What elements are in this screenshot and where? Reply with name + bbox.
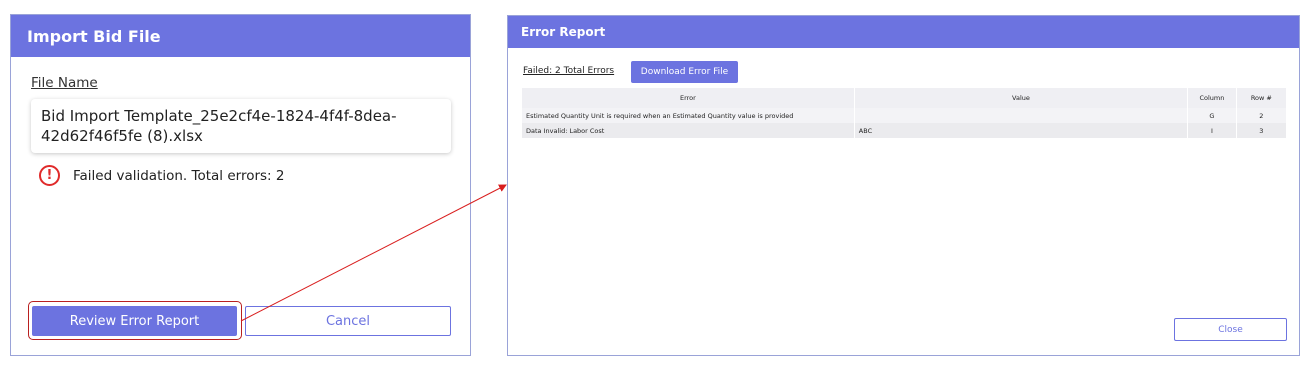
cell-row: 2: [1236, 108, 1288, 123]
validation-error-message: Failed validation. Total errors: 2: [73, 167, 285, 184]
review-error-report-button[interactable]: Review Error Report: [32, 306, 237, 336]
cell-error: Estimated Quantity Unit is required when…: [522, 108, 855, 123]
column-header-value: Value: [854, 88, 1189, 108]
cell-value: ABC: [854, 123, 1189, 138]
column-header-column: Column: [1187, 88, 1237, 108]
file-name-label: File Name: [31, 75, 98, 91]
cancel-button[interactable]: Cancel: [245, 306, 451, 336]
column-header-error: Error: [522, 88, 855, 108]
validation-error: ! Failed validation. Total errors: 2: [39, 165, 284, 186]
import-bid-file-dialog: Import Bid File File Name Bid Import Tem…: [10, 14, 471, 356]
close-button[interactable]: Close: [1174, 318, 1287, 341]
file-name-value: Bid Import Template_25e2cf4e-1824-4f4f-8…: [31, 99, 451, 153]
cell-column: G: [1187, 108, 1237, 123]
error-report-title: Error Report: [508, 16, 1299, 48]
table-row: Data Invalid: Labor Cost ABC I 3: [522, 123, 1288, 138]
cell-row: 3: [1236, 123, 1288, 138]
cell-error: Data Invalid: Labor Cost: [522, 123, 855, 138]
column-header-row: Row #: [1236, 88, 1288, 108]
cell-column: I: [1187, 123, 1237, 138]
dialog-title: Import Bid File: [11, 15, 470, 57]
download-error-file-button[interactable]: Download Error File: [631, 61, 738, 83]
exclamation-circle-icon: !: [39, 165, 60, 186]
error-table: Error Value Column Row # Estimated Quant…: [522, 88, 1288, 138]
failed-summary: Failed: 2 Total Errors: [523, 66, 615, 76]
cell-value: [854, 108, 1189, 123]
error-report-dialog: Error Report Failed: 2 Total Errors Down…: [507, 15, 1300, 356]
table-row: Estimated Quantity Unit is required when…: [522, 108, 1288, 123]
table-header-row: Error Value Column Row #: [522, 88, 1288, 108]
